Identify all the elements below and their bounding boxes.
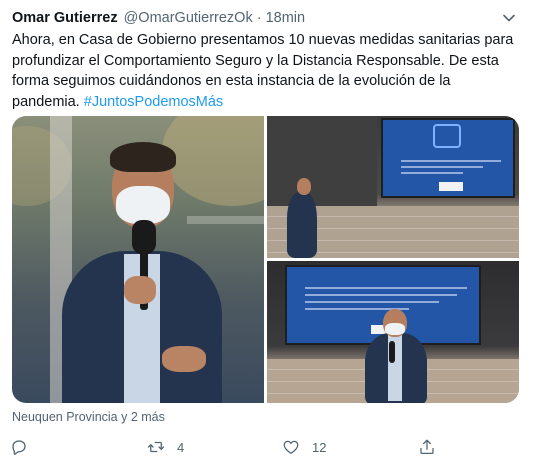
person-head	[297, 178, 311, 195]
person-hair	[110, 142, 176, 172]
photo-stage-screen-2[interactable]	[267, 261, 519, 403]
face-mask	[385, 323, 405, 335]
timestamp[interactable]: 18min	[266, 10, 306, 26]
author-name[interactable]: Omar Gutierrez	[12, 10, 118, 26]
heart-icon	[283, 440, 299, 455]
railing	[187, 216, 264, 224]
media-grid	[12, 116, 519, 403]
like-count: 12	[312, 439, 327, 455]
person-jacket	[287, 192, 317, 258]
hand	[124, 276, 156, 304]
location-tag[interactable]: Neuquen Provincia y 2 más	[12, 410, 165, 424]
tweet-text-line: forma seguimos cuidándonos en esta insta…	[12, 73, 451, 89]
microphone	[389, 341, 395, 363]
author-handle[interactable]: @OmarGutierrezOk	[124, 10, 253, 26]
retweet-count: 4	[177, 439, 185, 455]
microphone	[132, 220, 156, 254]
projection-screen	[381, 118, 515, 198]
screen-logo	[439, 182, 463, 191]
share-button[interactable]	[418, 435, 436, 459]
face-mask	[116, 186, 170, 224]
retweet-button[interactable]: 4	[147, 435, 184, 459]
foliage-background	[162, 116, 264, 206]
photo-stage-screen-1[interactable]	[267, 116, 519, 258]
action-bar: 4 12	[0, 435, 534, 459]
chevron-down-icon	[503, 14, 515, 22]
hashtag-link[interactable]: #JuntosPodemosMás	[84, 94, 223, 110]
tweet-text-line: Ahora, en Casa de Gobierno presentamos 1…	[12, 32, 514, 48]
like-button[interactable]: 12	[282, 435, 326, 459]
tweet-header: Omar Gutierrez @OmarGutierrezOk · 18min	[12, 9, 305, 27]
reply-icon	[12, 440, 26, 455]
tweet-text-line-start: pandemia.	[12, 93, 84, 110]
tweet[interactable]: Omar Gutierrez @OmarGutierrezOk · 18min …	[0, 0, 534, 464]
separator-dot: ·	[256, 10, 262, 26]
tweet-text: Ahora, en Casa de Gobierno presentamos 1…	[12, 30, 524, 112]
stage-backdrop	[267, 116, 377, 206]
share-icon	[420, 439, 434, 455]
screen-graphic	[433, 124, 461, 148]
tweet-text-line: pandemia. #JuntosPodemosMás	[12, 92, 524, 113]
retweet-icon	[147, 441, 165, 453]
photo-speaker-closeup[interactable]	[12, 116, 264, 403]
tweet-text-line: profundizar el Comportamiento Seguro y l…	[12, 52, 499, 69]
reply-button[interactable]	[10, 435, 40, 459]
more-options-button[interactable]	[498, 9, 520, 27]
hand	[162, 346, 206, 372]
